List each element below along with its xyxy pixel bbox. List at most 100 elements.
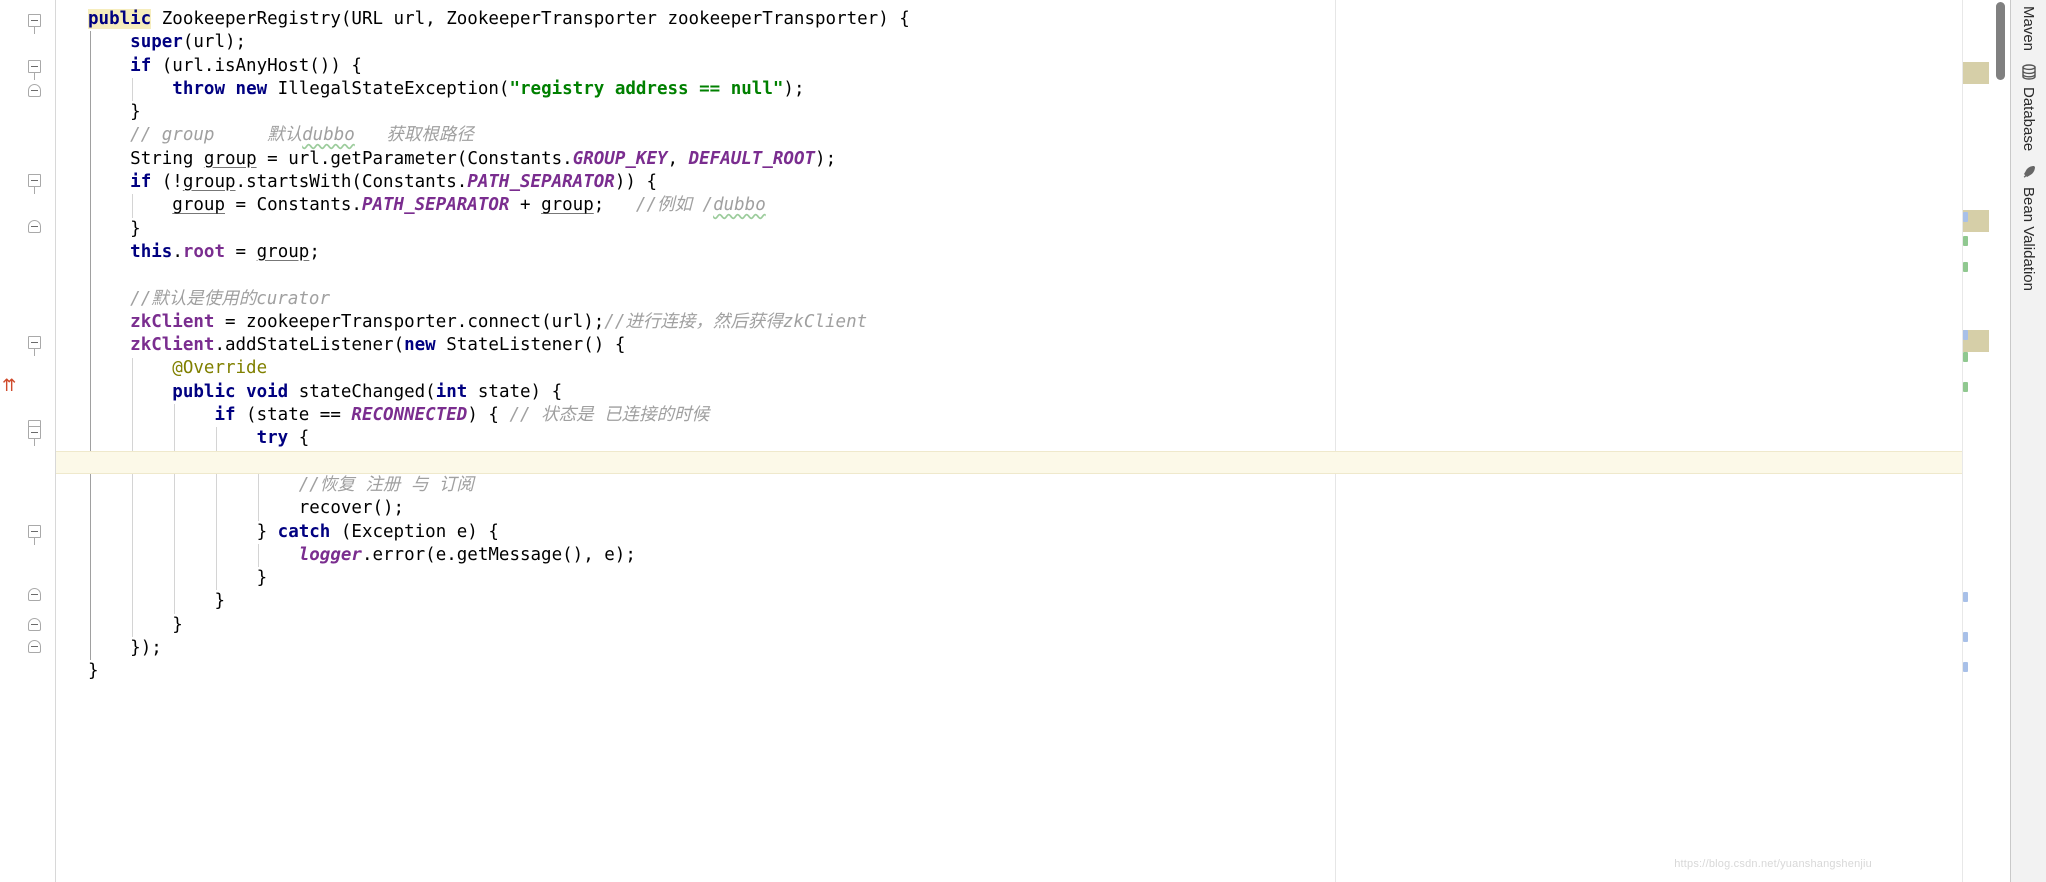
code-line[interactable]: }	[56, 590, 1962, 613]
code-token: group	[256, 241, 310, 262]
code-token: }	[172, 614, 183, 635]
code-line[interactable]: }	[56, 218, 1962, 241]
stripe-marker[interactable]	[1963, 352, 1968, 362]
code-token: (!	[151, 172, 183, 193]
tool-window-tab-database[interactable]: Database	[2020, 57, 2038, 157]
stripe-marker[interactable]	[1963, 632, 1968, 642]
code-token: "registry address == null"	[509, 78, 784, 99]
stripe-marker[interactable]	[1963, 262, 1968, 272]
stripe-marker[interactable]	[1963, 236, 1968, 246]
code-token: }	[130, 102, 141, 123]
code-line[interactable]: } catch (Exception e) {	[56, 521, 1962, 544]
code-line[interactable]: recover();	[56, 497, 1962, 520]
code-token: new	[404, 335, 436, 356]
scrollbar-thumb[interactable]	[1996, 2, 2005, 80]
code-line[interactable]: }	[56, 101, 1962, 124]
code-line[interactable]: zkClient.addStateListener(new StateListe…	[56, 334, 1962, 357]
code-token: .startsWith(Constants.	[235, 172, 468, 193]
code-token: dubbo	[302, 125, 355, 146]
code-line[interactable]: public void stateChanged(int state) {	[56, 381, 1962, 404]
code-line[interactable]: // group 默认dubbo 获取根路径	[56, 124, 1962, 147]
modified-lines-arrow-icon[interactable]: ⇈	[2, 378, 16, 395]
code-fold-toggle[interactable]	[28, 640, 41, 653]
code-token: //恢复 注册 与 订阅	[298, 474, 474, 495]
code-line[interactable]: this.root = group;	[56, 241, 1962, 264]
code-token: public	[88, 9, 152, 29]
code-fold-toggle[interactable]	[28, 84, 41, 97]
code-line[interactable]: logger.error(e.getMessage(), e);	[56, 544, 1962, 567]
code-line[interactable]: }	[56, 614, 1962, 637]
code-token: (url);	[182, 32, 247, 53]
code-token: if	[214, 405, 236, 426]
code-token: DEFAULT_ROOT	[688, 148, 816, 169]
code-token: stateChanged(	[288, 381, 436, 402]
code-line[interactable]: throw new IllegalStateException("registr…	[56, 78, 1962, 101]
code-fold-toggle[interactable]	[28, 174, 41, 194]
code-fold-toggle[interactable]	[28, 618, 41, 631]
code-token: 获取根路径	[386, 125, 474, 146]
stripe-marker[interactable]	[1963, 330, 1968, 340]
code-fold-toggle[interactable]	[28, 525, 41, 545]
code-fold-toggle[interactable]	[28, 336, 41, 356]
code-line[interactable]: if (state == RECONNECTED) { // 状态是 已连接的时…	[56, 404, 1962, 427]
code-fold-toggle[interactable]	[28, 220, 41, 233]
code-token: void	[246, 381, 289, 402]
code-line[interactable]: super(url);	[56, 31, 1962, 54]
stripe-marker[interactable]	[1963, 212, 1968, 222]
code-line[interactable]: if (!group.startsWith(Constants.PATH_SEP…	[56, 171, 1962, 194]
code-token: }	[256, 521, 278, 542]
code-line[interactable]: try {	[56, 427, 1962, 450]
code-token: = url.getParameter(Constants.	[256, 148, 573, 169]
code-line[interactable]: group = Constants.PATH_SEPARATOR + group…	[56, 194, 1962, 217]
code-line[interactable]: });	[56, 637, 1962, 660]
code-line[interactable]: }	[56, 660, 1962, 683]
code-line[interactable]: }	[56, 567, 1962, 590]
stripe-highlight-band[interactable]	[1963, 62, 1989, 84]
code-line[interactable]: @Override	[56, 357, 1962, 380]
code-editor-area[interactable]: public ZookeeperRegistry(URL url, Zookee…	[56, 0, 1962, 882]
code-token: public	[172, 381, 236, 402]
code-line[interactable]: //恢复 注册 与 订阅	[56, 474, 1962, 497]
code-line[interactable]: zkClient = zookeeperTransporter.connect(…	[56, 311, 1962, 334]
code-token: });	[130, 638, 162, 659]
code-token: group	[203, 148, 257, 169]
code-token: //例如 /	[635, 195, 714, 216]
code-line[interactable]	[56, 264, 1962, 287]
code-token: // 状态是 已连接的时候	[509, 405, 710, 426]
code-fold-toggle[interactable]	[28, 60, 41, 80]
code-token: ) {	[467, 405, 510, 426]
editor-vertical-scrollbar[interactable]	[1992, 0, 2010, 882]
code-token: group	[541, 195, 594, 216]
code-fold-toggle[interactable]	[28, 14, 41, 34]
code-token: String	[130, 148, 204, 169]
tool-window-tab-bean-validation[interactable]: Bean Validation	[2020, 157, 2038, 297]
code-token: int	[435, 381, 468, 402]
code-token: //进行连接，然后获得	[604, 311, 783, 332]
code-line[interactable]: //默认是使用的curator	[56, 288, 1962, 311]
stripe-marker[interactable]	[1963, 382, 1968, 392]
source-code[interactable]: public ZookeeperRegistry(URL url, Zookee…	[56, 0, 1962, 882]
stripe-marker[interactable]	[1963, 662, 1968, 672]
code-token: =	[225, 241, 257, 262]
code-fold-toggle[interactable]	[28, 426, 41, 446]
code-line[interactable]: public ZookeeperRegistry(URL url, Zookee…	[56, 8, 1962, 31]
database-icon	[2020, 63, 2038, 81]
editor-gutter[interactable]: ⇈	[0, 0, 56, 882]
stripe-marker[interactable]	[1963, 592, 1968, 602]
error-stripe-markers[interactable]	[1962, 0, 1992, 882]
tool-window-tab-maven[interactable]: Maven	[2020, 0, 2037, 57]
code-line[interactable]: String group = url.getParameter(Constant…	[56, 148, 1962, 171]
tool-window-tab-strip[interactable]: Maven Database Bean Validation	[2010, 0, 2046, 882]
code-line[interactable]: if (url.isAnyHost()) {	[56, 55, 1962, 78]
code-fold-toggle[interactable]	[28, 588, 41, 601]
code-line[interactable]	[56, 450, 1962, 474]
